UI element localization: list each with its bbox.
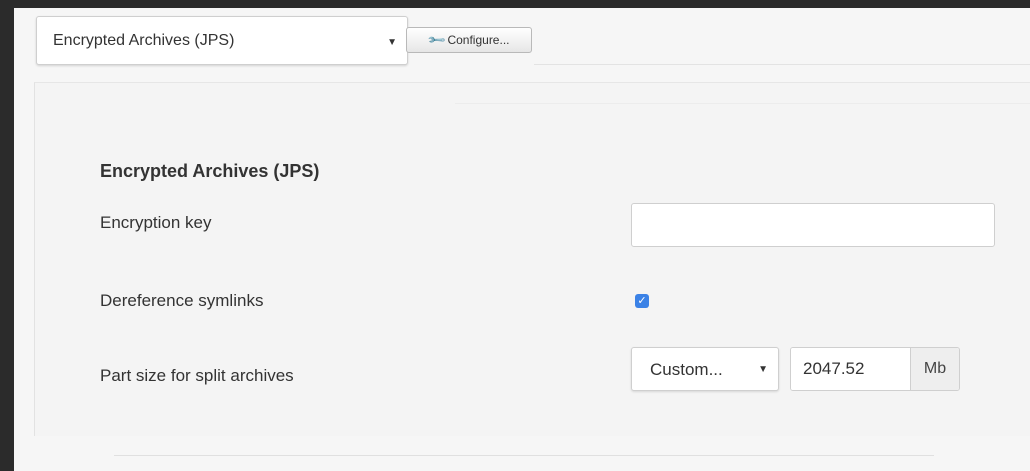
dropdown-arrow-icon: ▼ bbox=[758, 364, 768, 375]
checkmark-icon: ✓ bbox=[637, 294, 647, 307]
configure-button[interactable]: 🔧 Configure... bbox=[406, 27, 532, 53]
part-size-preset-label: Custom... bbox=[650, 360, 723, 379]
part-size-input-group: Mb bbox=[790, 347, 960, 391]
panel-divider bbox=[455, 103, 1030, 104]
wrench-icon: 🔧 bbox=[425, 29, 447, 51]
toolbar-divider bbox=[534, 64, 1030, 65]
configure-label: Configure... bbox=[447, 33, 510, 47]
part-size-label: Part size for split archives bbox=[100, 366, 294, 385]
dereference-symlinks-checkbox[interactable]: ✓ bbox=[635, 294, 649, 308]
app-window: Encrypted Archives (JPS) ▼ 🔧 Configure..… bbox=[14, 8, 1030, 471]
encryption-key-input[interactable] bbox=[631, 203, 995, 247]
dropdown-arrow-icon: ▼ bbox=[387, 37, 397, 48]
window-frame-top bbox=[0, 0, 1030, 8]
dereference-symlinks-label: Dereference symlinks bbox=[100, 291, 264, 310]
encryption-key-label: Encryption key bbox=[100, 213, 212, 232]
bottom-divider bbox=[114, 455, 934, 456]
part-size-input[interactable] bbox=[791, 348, 910, 390]
archiver-engine-label: Encrypted Archives (JPS) bbox=[53, 32, 235, 49]
engine-settings-panel: Encrypted Archives (JPS) Encryption key … bbox=[34, 82, 1030, 436]
archiver-engine-select[interactable]: Encrypted Archives (JPS) ▼ bbox=[36, 16, 408, 65]
part-size-preset-select[interactable]: Custom... ▼ bbox=[631, 347, 779, 391]
panel-title: Encrypted Archives (JPS) bbox=[100, 161, 320, 181]
window-frame-left bbox=[0, 0, 14, 471]
part-size-unit: Mb bbox=[910, 348, 959, 390]
